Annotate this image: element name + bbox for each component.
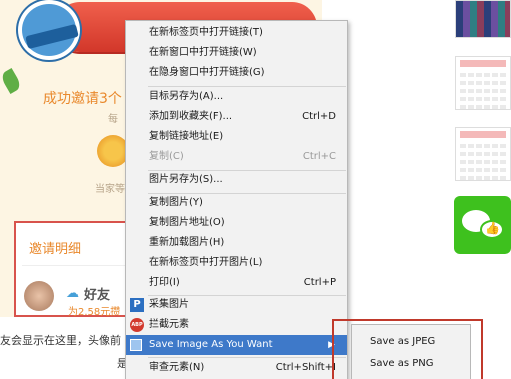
- calendar-header: [460, 131, 506, 138]
- wechat-thumbnail[interactable]: 👍: [454, 196, 511, 254]
- thumbs-up-icon: 👍: [485, 221, 500, 235]
- menu-item-shortcut: Ctrl+P: [303, 277, 336, 288]
- menu-item-label: 在新窗口中打开链接(W): [149, 47, 257, 58]
- menu-item-label: 在隐身窗口中打开链接(G): [149, 67, 265, 78]
- menu-item-label: 在新标签页中打开图片(L): [149, 257, 263, 268]
- menu-item-label: 重新加载图片(H): [149, 237, 225, 248]
- menu-item-copy-link-address[interactable]: 复制链接地址(E): [126, 127, 347, 147]
- calendar-thumbnail[interactable]: [455, 56, 511, 110]
- menu-item-copy-image[interactable]: 复制图片(Y): [126, 193, 347, 213]
- annotation-highlight-box: [332, 319, 483, 379]
- menu-item-label: Save Image As You Want: [149, 339, 273, 350]
- menu-item-open-link-new-tab[interactable]: 在新标签页中打开链接(T): [126, 23, 347, 43]
- invite-subtext-2: 当家等: [95, 184, 125, 195]
- menu-item-collect-image[interactable]: P 采集图片: [126, 295, 347, 315]
- menu-item-save-target-as[interactable]: 目标另存为(A)...: [126, 87, 347, 107]
- menu-item-label: 审查元素(N): [149, 362, 205, 373]
- page-caption: 友会显示在这里，头像前: [0, 334, 121, 347]
- menu-item-label: 复制(C): [149, 151, 184, 162]
- menu-item-shortcut: Ctrl+C: [302, 151, 336, 162]
- invite-detail-box: 邀请明细 ☁ 好友 为2.58元攒: [14, 221, 132, 318]
- menu-item-label: 复制图片(Y): [149, 197, 203, 208]
- menu-item-copy[interactable]: 复制(C) Ctrl+C: [126, 147, 347, 167]
- calendar-thumbnail[interactable]: [455, 127, 511, 181]
- friend-icon: ☁: [66, 286, 79, 301]
- game-thumbnail[interactable]: [455, 0, 511, 38]
- menu-item-label: 目标另存为(A)...: [149, 91, 224, 102]
- invite-detail-title: 邀请明细: [29, 242, 82, 257]
- menu-item-open-image-new-tab[interactable]: 在新标签页中打开图片(L): [126, 253, 347, 273]
- divider: [22, 265, 126, 266]
- calendar-header: [460, 60, 506, 67]
- menu-item-save-image-as[interactable]: 图片另存为(S)...: [126, 170, 347, 190]
- menu-item-shortcut: Ctrl+Shift+I: [275, 362, 336, 373]
- menu-item-shortcut: Ctrl+D: [302, 111, 336, 122]
- menu-item-label: 打印(I): [149, 277, 180, 288]
- friend-amount: 为2.58元攒: [68, 307, 121, 318]
- menu-item-inspect-element[interactable]: 审查元素(N) Ctrl+Shift+I: [126, 358, 347, 378]
- context-menu: 在新标签页中打开链接(T) 在新窗口中打开链接(W) 在隐身窗口中打开链接(G)…: [125, 20, 348, 379]
- menu-item-reload-image[interactable]: 重新加载图片(H): [126, 233, 347, 253]
- menu-item-label: 复制图片地址(O): [149, 217, 225, 228]
- menu-item-label: 采集图片: [149, 299, 189, 310]
- menu-item-label: 图片另存为(S)...: [149, 174, 223, 185]
- menu-item-open-link-new-window[interactable]: 在新窗口中打开链接(W): [126, 43, 347, 63]
- menu-item-save-image-as-you-want[interactable]: Save Image As You Want ▶: [126, 335, 347, 355]
- menu-item-label: 复制链接地址(E): [149, 131, 224, 142]
- menu-item-copy-image-address[interactable]: 复制图片地址(O): [126, 213, 347, 233]
- calendar-grid: [460, 69, 506, 109]
- menu-item-label: 拦截元素: [149, 319, 189, 330]
- menu-item-label: 添加到收藏夹(F)...: [149, 111, 233, 122]
- invite-success-text: 成功邀请3个: [43, 91, 122, 107]
- save-image-icon: [130, 339, 142, 351]
- friend-name: 好友: [84, 288, 111, 303]
- menu-item-open-link-incognito[interactable]: 在隐身窗口中打开链接(G): [126, 63, 347, 83]
- adblock-icon: ABP: [130, 318, 144, 332]
- calendar-grid: [460, 140, 506, 180]
- menu-item-add-to-favorites[interactable]: 添加到收藏夹(F)... Ctrl+D: [126, 107, 347, 127]
- invite-subtext: 每: [108, 114, 118, 125]
- menu-item-block-element[interactable]: ABP 拦截元素: [126, 315, 347, 335]
- leaf-decoration: [0, 67, 23, 95]
- avatar[interactable]: [24, 281, 54, 311]
- menu-item-label: 在新标签页中打开链接(T): [149, 27, 263, 38]
- menu-item-print[interactable]: 打印(I) Ctrl+P: [126, 273, 347, 293]
- pinterest-p-icon: P: [130, 298, 144, 312]
